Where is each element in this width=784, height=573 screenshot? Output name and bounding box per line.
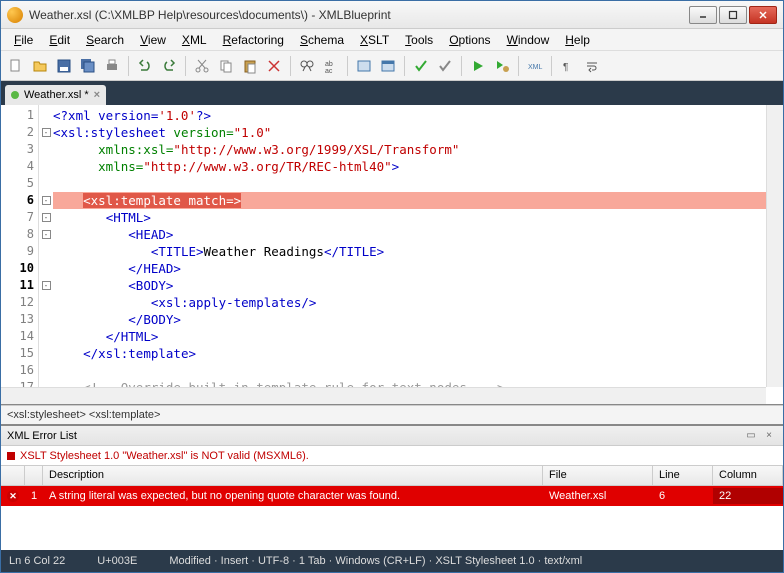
editor[interactable]: 1234567891011121314151617 - - - - - <?xml ve… [1, 105, 783, 405]
copy-icon[interactable] [215, 55, 237, 77]
app-icon [7, 7, 23, 23]
wrap-icon[interactable] [581, 55, 603, 77]
run-icon[interactable] [467, 55, 489, 77]
tab-status-icon [11, 91, 19, 99]
vertical-scrollbar[interactable] [766, 105, 783, 387]
close-button[interactable] [749, 6, 777, 24]
menu-schema[interactable]: Schema [293, 31, 351, 49]
menu-search[interactable]: Search [79, 31, 131, 49]
menu-file[interactable]: File [7, 31, 40, 49]
status-position: Ln 6 Col 22 [9, 555, 65, 567]
error-square-icon [7, 452, 15, 460]
menu-edit[interactable]: Edit [42, 31, 77, 49]
breadcrumb[interactable]: <xsl:stylesheet> <xsl:template> [1, 405, 783, 425]
menu-help[interactable]: Help [558, 31, 597, 49]
fold-toggle[interactable]: - [42, 128, 51, 137]
undo-icon[interactable] [134, 55, 156, 77]
fold-toggle[interactable]: - [42, 196, 51, 205]
format-icon[interactable]: ¶ [557, 55, 579, 77]
replace-icon[interactable]: abac [320, 55, 342, 77]
error-summary: XSLT Stylesheet 1.0 "Weather.xsl" is NOT… [1, 446, 783, 466]
find-icon[interactable] [296, 55, 318, 77]
menu-options[interactable]: Options [442, 31, 497, 49]
fold-toggle[interactable]: - [42, 230, 51, 239]
svg-text:¶: ¶ [563, 62, 568, 73]
new-icon[interactable] [5, 55, 27, 77]
save-all-icon[interactable] [77, 55, 99, 77]
maximize-button[interactable] [719, 6, 747, 24]
menu-tools[interactable]: Tools [398, 31, 440, 49]
status-unicode: U+003E [97, 555, 137, 567]
validate-icon[interactable] [410, 55, 432, 77]
tab-weather[interactable]: Weather.xsl * × [5, 85, 106, 105]
menu-window[interactable]: Window [500, 31, 557, 49]
titlebar: Weather.xsl (C:\XMLBP Help\resources\doc… [1, 1, 783, 29]
panel-minimize-icon[interactable]: ▭ [743, 429, 759, 443]
redo-icon[interactable] [158, 55, 180, 77]
run-settings-icon[interactable] [491, 55, 513, 77]
fold-toggle[interactable]: - [42, 213, 51, 222]
menu-refactoring[interactable]: Refactoring [216, 31, 291, 49]
svg-text:XML: XML [528, 64, 543, 71]
statusbar: Ln 6 Col 22 U+003E Modified · Insert · U… [1, 550, 783, 572]
minimize-button[interactable] [689, 6, 717, 24]
menubar: FileEditSearchViewXMLRefactoringSchemaXS… [1, 29, 783, 51]
open-icon[interactable] [29, 55, 51, 77]
line-gutter: 1234567891011121314151617 [1, 105, 39, 404]
check-icon[interactable] [434, 55, 456, 77]
error-row[interactable]: ✕ 1 A string literal was expected, but n… [1, 486, 783, 506]
xml-icon[interactable]: XML [524, 55, 546, 77]
fold-gutter[interactable]: - - - - - [39, 105, 53, 404]
tab-label: Weather.xsl * [24, 89, 89, 101]
save-icon[interactable] [53, 55, 75, 77]
error-panel: XML Error List ▭ × XSLT Stylesheet 1.0 "… [1, 425, 783, 550]
error-table-header: Description File Line Column [1, 466, 783, 486]
toolbar: abac XML ¶ [1, 51, 783, 81]
fold-toggle[interactable]: - [42, 281, 51, 290]
status-items: Modified · Insert · UTF-8 · 1 Tab · Wind… [169, 555, 582, 567]
panel-close-icon[interactable]: × [761, 429, 777, 443]
delete-icon[interactable] [263, 55, 285, 77]
panel1-icon[interactable] [353, 55, 375, 77]
tabstrip: Weather.xsl * × [1, 81, 783, 105]
menu-view[interactable]: View [133, 31, 173, 49]
panel2-icon[interactable] [377, 55, 399, 77]
horizontal-scrollbar[interactable] [1, 387, 766, 404]
menu-xml[interactable]: XML [175, 31, 214, 49]
print-icon[interactable] [101, 55, 123, 77]
svg-text:ac: ac [325, 68, 333, 74]
code-area[interactable]: <?xml version='1.0'?><xsl:stylesheet ver… [53, 105, 783, 404]
error-panel-title: XML Error List [7, 430, 77, 442]
window-title: Weather.xsl (C:\XMLBP Help\resources\doc… [29, 8, 689, 22]
cut-icon[interactable] [191, 55, 213, 77]
tab-close-icon[interactable]: × [94, 89, 100, 101]
paste-icon[interactable] [239, 55, 261, 77]
svg-text:ab: ab [325, 61, 333, 68]
error-icon: ✕ [7, 490, 19, 502]
menu-xslt[interactable]: XSLT [353, 31, 396, 49]
